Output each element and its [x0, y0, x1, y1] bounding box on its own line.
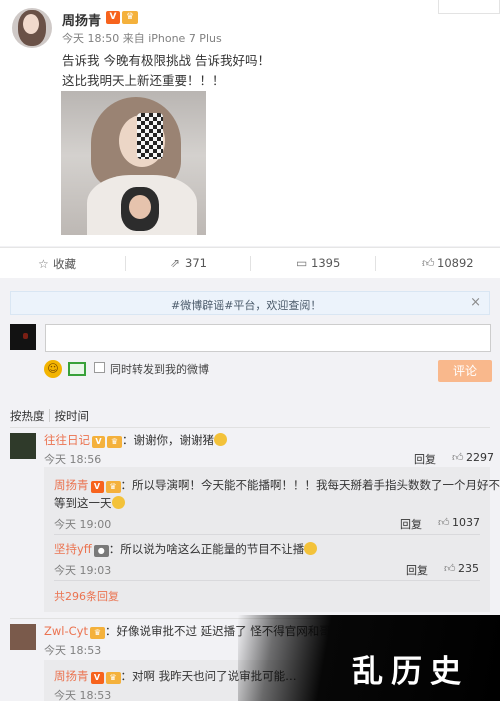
comment-button[interactable]: ▭ 1395 [296, 256, 340, 270]
panda-icon: ● [93, 545, 109, 557]
repost-checkbox-label[interactable]: 同时转发到我的微博 [110, 361, 209, 377]
favorite-label: 收藏 [53, 257, 76, 271]
member-crown-icon: ♛ [105, 481, 121, 493]
member-crown-icon: ♛ [105, 672, 121, 684]
like-count: 10892 [437, 256, 474, 270]
replier-name[interactable]: 坚持yff [54, 542, 92, 556]
comment-count: 1395 [311, 256, 341, 270]
like-button[interactable]: 👍︎ 10892 [422, 256, 474, 271]
action-divider [125, 256, 126, 271]
reply-like-button[interactable]: 👍︎ 235 [444, 562, 479, 575]
post-text-line-1: 告诉我 今晚有极限挑战 告诉我好吗！ [62, 53, 270, 68]
emoji-icon [111, 496, 125, 509]
reply-time: 今天 19:03 [54, 564, 112, 577]
verified-badge-icon: V [92, 436, 105, 448]
comment-input[interactable] [45, 324, 491, 352]
reply-like-button[interactable]: 👍︎ 1037 [438, 516, 480, 529]
photo-print-face [129, 195, 151, 219]
emoji-icon[interactable]: ☺ [44, 360, 62, 378]
tab-time[interactable]: 按时间 [55, 409, 90, 423]
comment-time: 今天 18:53 [44, 644, 102, 657]
reply-body-cont: 等到这一天 [54, 495, 125, 511]
floating-card-edge [438, 0, 500, 14]
verified-badge-icon: V [90, 481, 104, 493]
weibo-post-card: 周扬青 V ♛ 今天 18:50 来自 iPhone 7 Plus 告诉我 今晚… [0, 0, 500, 246]
watermark-text: 乱历史 [352, 654, 469, 690]
submit-comment-button[interactable]: 评论 [438, 360, 492, 382]
reply-body: 坚持yff ● ：所以说为啥这么正能量的节目不让播 [54, 541, 318, 557]
post-action-bar: ☆ 收藏 ⇗ 371 ▭ 1395 👍︎ 10892 [0, 247, 500, 278]
favorite-button[interactable]: ☆ 收藏 [38, 256, 76, 272]
tab-hot[interactable]: 按热度 [10, 409, 45, 423]
avatar-face [23, 14, 39, 34]
action-divider [250, 256, 251, 271]
divider [10, 427, 490, 428]
commenter-avatar[interactable] [10, 624, 36, 650]
replier-name[interactable]: 周扬青 [54, 669, 89, 683]
post-text-line-2: 这比我明天上新还重要！！！ [62, 73, 225, 88]
comment-body: 往往日记 V ♛ ：谢谢你，谢谢猪 [44, 432, 227, 448]
member-crown-icon: ♛ [107, 436, 122, 448]
emoji-icon [214, 433, 227, 446]
thumbs-up-icon: 👍︎ [452, 451, 464, 464]
emoji-icon [304, 542, 318, 555]
notice-banner[interactable]: #微博辟谣#平台，欢迎查阅！ × [10, 291, 490, 315]
reply-like-count: 235 [458, 562, 479, 575]
sort-tabs: 按热度 按时间 [10, 408, 99, 424]
thumbs-up-icon: 👍︎ [422, 256, 435, 270]
close-icon[interactable]: × [470, 295, 481, 310]
member-crown-icon: ♛ [89, 627, 105, 639]
repost-icon: ⇗ [170, 256, 181, 270]
replies-block: 周扬青 V ♛ ：所以导演啊！今天能不能播啊！！！我每天掰着手指头数数了一个月好不容易… [44, 467, 500, 612]
author-avatar[interactable] [12, 8, 52, 48]
repost-count: 371 [185, 256, 207, 270]
reply-body: 周扬青 V ♛ ：所以导演啊！今天能不能播啊！！！我每天掰着手指头数数了一个月好不容易 [54, 477, 500, 493]
comment-icon: ▭ [296, 256, 308, 270]
replier-name[interactable]: 周扬青 [54, 478, 89, 492]
commenter-name[interactable]: Zwl-Cyt [44, 624, 88, 638]
notice-text[interactable]: #微博辟谣#平台，欢迎查阅！ [171, 297, 321, 313]
star-icon: ☆ [38, 257, 49, 271]
reply-link[interactable]: 回复 [400, 516, 422, 532]
author-name[interactable]: 周扬青 [62, 10, 101, 29]
commenter-name[interactable]: 往往日记 [44, 433, 90, 447]
sort-divider [49, 409, 50, 422]
comment-like-button[interactable]: 👍︎ 2297 [452, 451, 494, 464]
reply-time: 今天 18:53 [54, 689, 112, 701]
reply-link[interactable]: 回复 [406, 562, 428, 578]
post-photo[interactable] [61, 91, 206, 235]
verified-badge-icon[interactable]: V [106, 11, 120, 24]
comment-text: ：谢谢你，谢谢猪 [122, 433, 214, 447]
action-divider [375, 256, 376, 271]
reply-time: 今天 19:00 [54, 518, 112, 531]
comment-like-count: 2297 [466, 451, 494, 464]
thumbs-up-icon: 👍︎ [444, 562, 456, 575]
reply-text-cont: 等到这一天 [54, 496, 112, 510]
reply-link[interactable]: 回复 [414, 451, 436, 467]
verified-badge-icon: V [90, 672, 104, 684]
divider [54, 534, 480, 535]
reply-text: ：所以导演啊！今天能不能播啊！！！我每天掰着手指头数数了一个月好不容易 [120, 478, 500, 492]
comment-time: 今天 18:56 [44, 453, 102, 466]
thumbs-up-icon: 👍︎ [438, 516, 450, 529]
reply-text: ：所以说为啥这么正能量的节目不让播 [108, 542, 305, 556]
post-meta: 今天 18:50 来自 iPhone 7 Plus [62, 32, 222, 45]
more-replies-link[interactable]: 共296条回复 [54, 588, 119, 604]
commenter-avatar[interactable] [10, 433, 36, 459]
repost-button[interactable]: ⇗ 371 [170, 256, 207, 270]
member-crown-icon[interactable]: ♛ [122, 11, 138, 24]
reply-like-count: 1037 [452, 516, 480, 529]
my-avatar [10, 324, 36, 350]
divider [54, 580, 480, 581]
photo-phone [137, 113, 163, 159]
repost-checkbox[interactable] [94, 362, 105, 373]
image-icon[interactable] [68, 362, 86, 376]
